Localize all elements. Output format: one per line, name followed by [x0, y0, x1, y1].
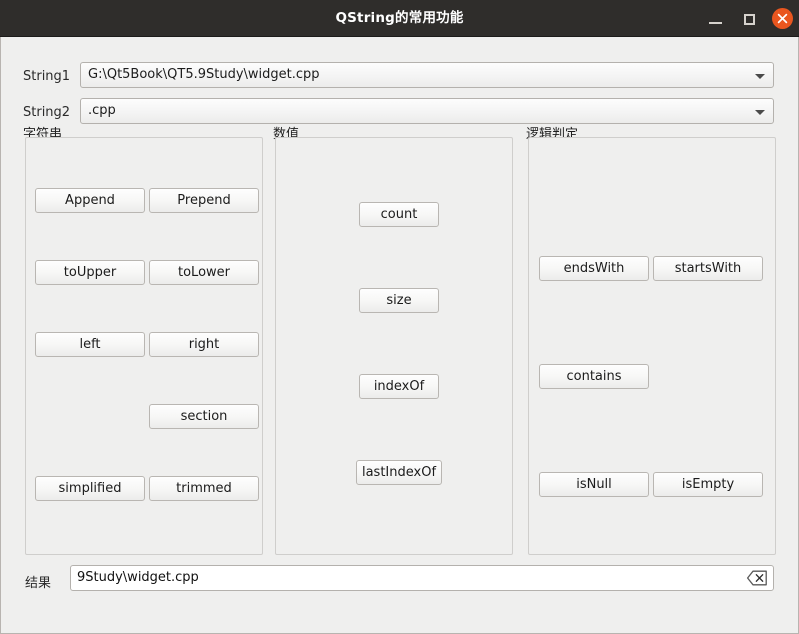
- button-right[interactable]: right: [149, 332, 259, 357]
- button-lastindexof[interactable]: lastIndexOf: [356, 460, 442, 485]
- button-indexof[interactable]: indexOf: [359, 374, 439, 399]
- button-isempty[interactable]: isEmpty: [653, 472, 763, 497]
- chevron-down-icon: [755, 74, 765, 79]
- group-logic: endsWith startsWith contains isNull isEm…: [528, 137, 776, 555]
- button-section[interactable]: section: [149, 404, 259, 429]
- client-area: String1 G:\Qt5Book\QT5.9Study\widget.cpp…: [0, 37, 799, 634]
- button-left[interactable]: left: [35, 332, 145, 357]
- minimize-icon: [709, 22, 722, 24]
- chevron-down-icon: [755, 110, 765, 115]
- button-startswith[interactable]: startsWith: [653, 256, 763, 281]
- maximize-icon: [744, 14, 755, 25]
- string1-label: String1: [23, 69, 71, 84]
- string1-value: G:\Qt5Book\QT5.9Study\widget.cpp: [88, 67, 320, 82]
- application-window: QString的常用功能 String1 G:\Qt5Book\QT5.9Stu…: [0, 0, 799, 634]
- close-icon: [777, 13, 788, 24]
- button-count[interactable]: count: [359, 202, 439, 227]
- button-size[interactable]: size: [359, 288, 439, 313]
- maximize-button[interactable]: [740, 9, 760, 29]
- string2-combobox[interactable]: .cpp: [80, 98, 774, 124]
- string1-combobox[interactable]: G:\Qt5Book\QT5.9Study\widget.cpp: [80, 62, 774, 88]
- close-button[interactable]: [772, 8, 793, 29]
- result-value: 9Study\widget.cpp: [77, 570, 199, 585]
- button-toupper[interactable]: toUpper: [35, 260, 145, 285]
- button-isnull[interactable]: isNull: [539, 472, 649, 497]
- title-bar: QString的常用功能: [0, 0, 799, 37]
- button-tolower[interactable]: toLower: [149, 260, 259, 285]
- group-strings: Append Prepend toUpper toLower left righ…: [25, 137, 263, 555]
- button-contains[interactable]: contains: [539, 364, 649, 389]
- string2-value: .cpp: [88, 103, 116, 118]
- button-trimmed[interactable]: trimmed: [149, 476, 259, 501]
- button-prepend[interactable]: Prepend: [149, 188, 259, 213]
- button-simplified[interactable]: simplified: [35, 476, 145, 501]
- string2-label: String2: [23, 105, 71, 120]
- button-append[interactable]: Append: [35, 188, 145, 213]
- result-label: 结果: [25, 576, 52, 591]
- result-input[interactable]: 9Study\widget.cpp: [70, 565, 774, 591]
- window-title: QString的常用功能: [335, 10, 464, 26]
- group-numeric: count size indexOf lastIndexOf: [275, 137, 513, 555]
- button-endswith[interactable]: endsWith: [539, 256, 649, 281]
- minimize-button[interactable]: [706, 9, 726, 29]
- clear-text-icon[interactable]: [746, 570, 768, 586]
